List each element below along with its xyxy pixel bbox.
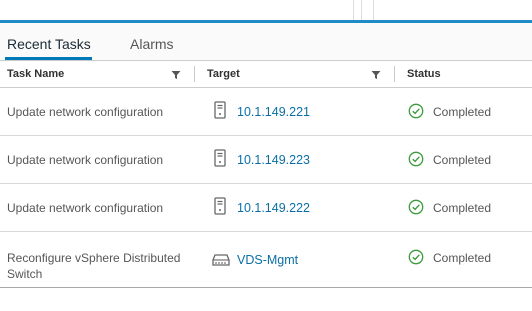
task-name-cell: Update network configuration bbox=[7, 105, 164, 119]
tasks-table-header: Task Name Target Status bbox=[0, 61, 532, 88]
panel-divider bbox=[353, 0, 354, 20]
tasks-tab-bar: Recent Tasks Alarms bbox=[0, 23, 532, 61]
target-link[interactable]: 10.1.149.222 bbox=[237, 200, 310, 216]
status-cell: Completed bbox=[433, 105, 492, 119]
tab-recent-tasks[interactable]: Recent Tasks bbox=[5, 23, 92, 60]
check-circle-icon bbox=[408, 199, 424, 215]
panel-divider bbox=[373, 0, 374, 20]
task-name-cell: Update network configuration bbox=[7, 153, 164, 167]
task-name-cell: Reconfigure vSphere Distributed Switch bbox=[7, 251, 181, 281]
status-cell: Completed bbox=[433, 153, 492, 167]
filter-icon[interactable] bbox=[171, 70, 181, 80]
target-link[interactable]: 10.1.149.223 bbox=[237, 152, 310, 168]
tasks-table-body: Update network configuration 10.1.149.22… bbox=[0, 88, 532, 288]
table-row[interactable]: Reconfigure vSphere Distributed Switch V… bbox=[0, 232, 532, 288]
host-icon bbox=[214, 101, 226, 119]
status-cell: Completed bbox=[433, 251, 492, 265]
status-cell: Completed bbox=[433, 201, 492, 215]
column-separator[interactable] bbox=[194, 66, 195, 82]
check-circle-icon bbox=[408, 151, 424, 167]
table-row[interactable]: Update network configuration 10.1.149.22… bbox=[0, 88, 532, 136]
task-name-cell: Update network configuration bbox=[7, 201, 164, 215]
panel-divider bbox=[361, 0, 362, 20]
target-link[interactable]: VDS-Mgmt bbox=[237, 252, 298, 268]
host-icon bbox=[214, 149, 226, 167]
tab-alarms[interactable]: Alarms bbox=[130, 23, 174, 60]
distributed-switch-icon bbox=[212, 254, 230, 266]
column-header-target[interactable]: Target bbox=[207, 61, 240, 87]
column-header-task-name[interactable]: Task Name bbox=[7, 61, 64, 87]
target-link[interactable]: 10.1.149.221 bbox=[237, 104, 310, 120]
host-icon bbox=[214, 197, 226, 215]
column-header-status[interactable]: Status bbox=[407, 61, 441, 87]
filter-icon[interactable] bbox=[371, 70, 381, 80]
table-row[interactable]: Update network configuration 10.1.149.22… bbox=[0, 136, 532, 184]
check-circle-icon bbox=[408, 103, 424, 119]
check-circle-icon bbox=[408, 249, 424, 265]
column-separator[interactable] bbox=[394, 66, 395, 82]
table-row[interactable]: Update network configuration 10.1.149.22… bbox=[0, 184, 532, 232]
